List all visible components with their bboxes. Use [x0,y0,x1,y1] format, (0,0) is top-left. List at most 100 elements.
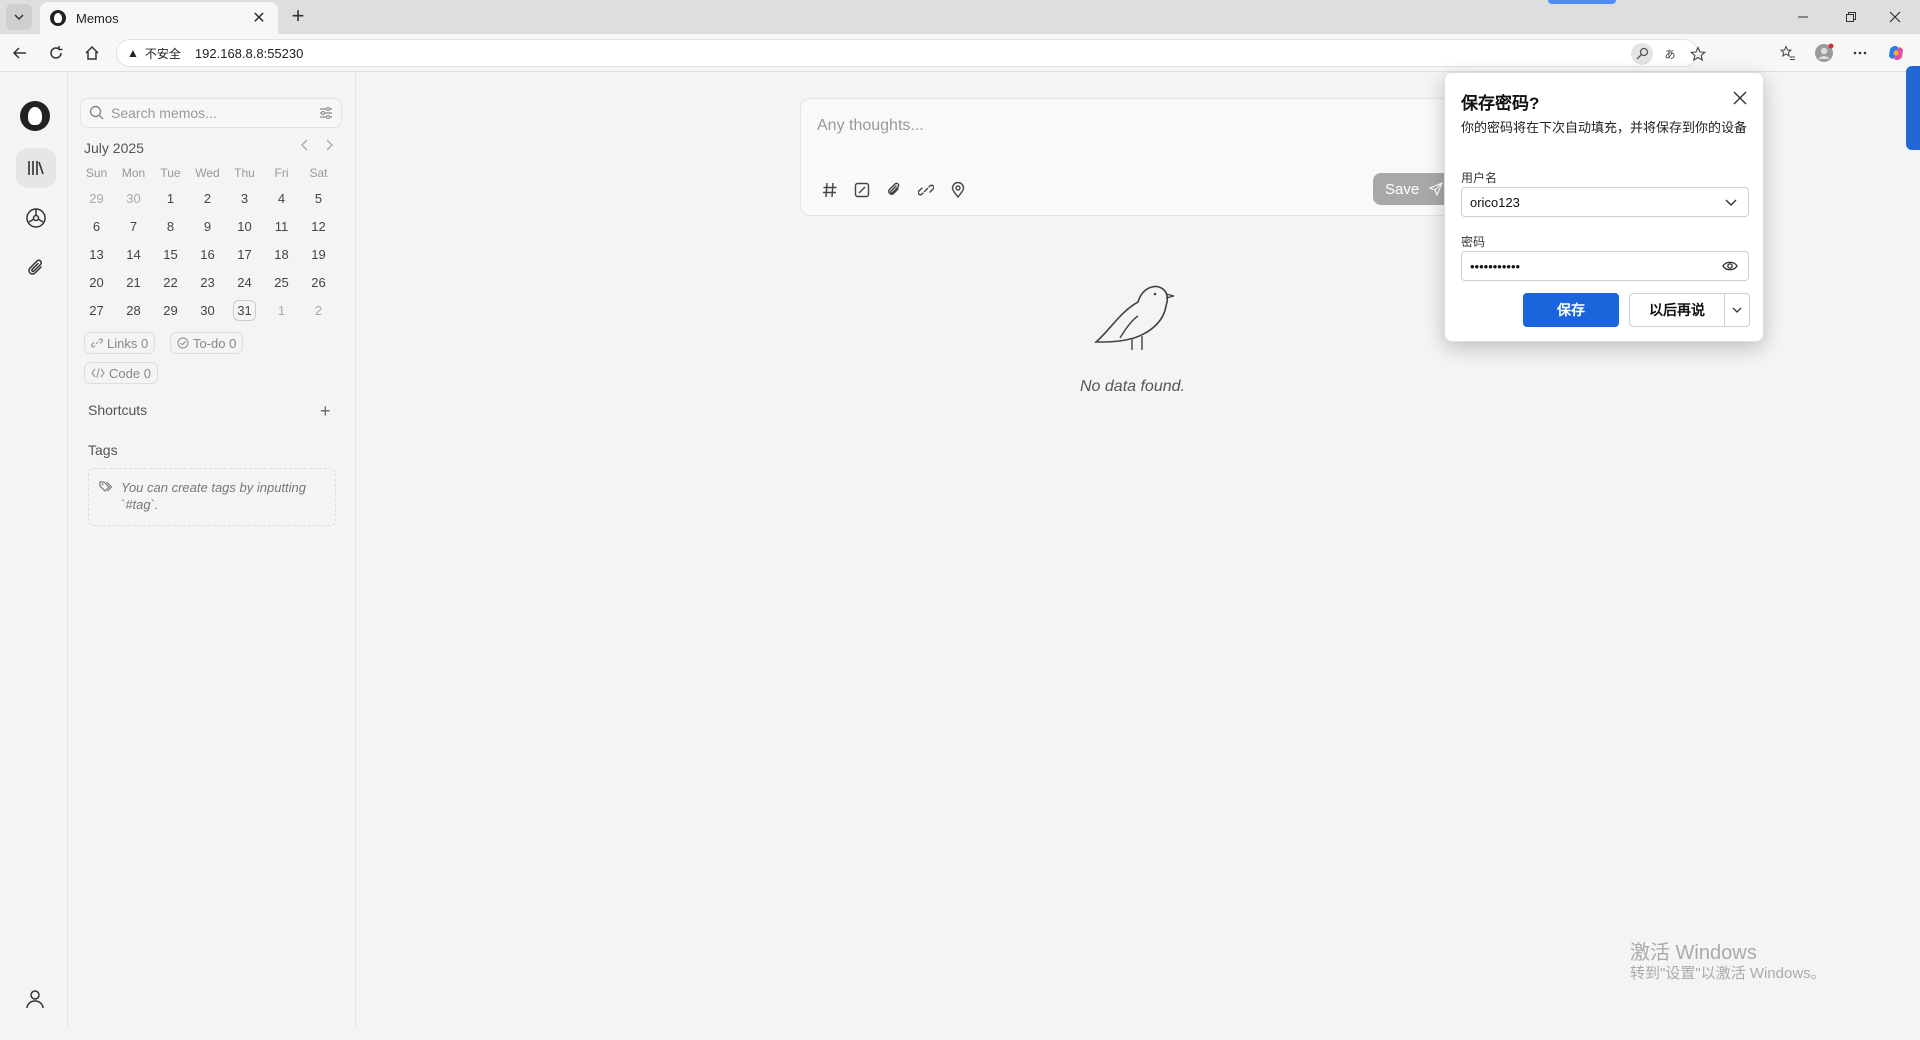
key-icon[interactable] [1631,43,1653,65]
calendar-day-number: 8 [166,218,175,234]
calendar-day[interactable]: 6 [78,212,115,240]
add-shortcut-button[interactable]: + [320,401,331,422]
calendar-weekday: Tue [160,166,181,180]
tab-list-button[interactable] [6,4,32,30]
user-profile-icon[interactable] [24,988,46,1015]
url-text[interactable]: 192.168.8.8:55230 [195,46,303,61]
calendar-day[interactable]: 12 [300,212,337,240]
memo-editor[interactable]: Any thoughts... Save [800,98,1472,216]
home-icon[interactable] [80,41,104,65]
profile-avatar-icon[interactable] [1812,41,1836,65]
tags-icon [99,480,115,498]
calendar-day[interactable]: 5 [300,184,337,212]
calendar-day-number: 24 [237,274,252,290]
calendar-day[interactable]: 20 [78,268,115,296]
restore-icon[interactable] [1840,6,1862,28]
calendar-next-icon[interactable] [324,138,334,154]
popup-close-icon[interactable] [1729,87,1751,109]
reload-icon[interactable] [44,41,68,65]
calendar-day[interactable]: 24 [226,268,263,296]
calendar-day[interactable]: 15 [152,240,189,268]
not-now-button[interactable]: 以后再说 [1629,293,1725,327]
browser-toolbar: ▲ 不安全 192.168.8.8:55230 あ [0,34,1920,72]
code-stat[interactable]: Code 0 [84,362,158,384]
popup-more-chevron-icon[interactable] [1724,293,1750,327]
chevron-down-icon[interactable] [1724,195,1738,212]
calendar-day[interactable]: 16 [189,240,226,268]
favorites-icon[interactable] [1776,41,1800,65]
username-field[interactable]: orico123 [1461,187,1749,217]
calendar-day[interactable]: 28 [115,296,152,324]
calendar-day-today[interactable]: 31 [226,296,263,324]
password-field[interactable]: ••••••••••• [1461,251,1749,281]
calendar-day[interactable]: 25 [263,268,300,296]
filter-sliders-icon[interactable] [319,106,333,123]
favorite-star-icon[interactable] [1687,43,1709,65]
editor-placeholder[interactable]: Any thoughts... [817,117,924,135]
calendar-day-number: 6 [92,218,101,234]
calendar-day-number: 19 [311,246,326,262]
calendar-day[interactable]: 9 [189,212,226,240]
link-icon[interactable] [915,179,937,201]
calendar-day[interactable]: 21 [115,268,152,296]
todo-stat[interactable]: To-do 0 [170,332,244,354]
address-bar[interactable]: ▲ 不安全 192.168.8.8:55230 あ [116,39,1706,67]
calendar-day[interactable]: 19 [300,240,337,268]
calendar-day[interactable]: 29 [78,184,115,212]
explore-compass-icon[interactable] [16,198,56,238]
calendar-day-number: 9 [203,218,212,234]
calendar-day[interactable]: 30 [189,296,226,324]
calendar-day[interactable]: 7 [115,212,152,240]
empty-state-text: No data found. [1080,378,1185,395]
save-password-button[interactable]: 保存 [1523,293,1619,327]
back-icon[interactable] [8,41,32,65]
calendar-day[interactable]: 27 [78,296,115,324]
calendar-day[interactable]: 26 [300,268,337,296]
home-library-icon[interactable] [16,148,56,188]
calendar-day[interactable]: 18 [263,240,300,268]
calendar-day-number: 30 [126,190,141,206]
checkbox-edit-icon[interactable] [851,179,873,201]
minimize-icon[interactable] [1792,6,1814,28]
calendar-day[interactable]: 1 [152,184,189,212]
calendar-day[interactable]: 22 [152,268,189,296]
calendar-day[interactable]: 14 [115,240,152,268]
calendar-day[interactable]: 23 [189,268,226,296]
location-pin-icon[interactable] [947,179,969,201]
calendar-day[interactable]: 3 [226,184,263,212]
calendar-day[interactable]: 29 [152,296,189,324]
calendar-day[interactable]: 2 [189,184,226,212]
sidebar: Search memos... July 2025 Sun Mon Tue Wed Th… [68,72,356,1028]
calendar-day[interactable]: 8 [152,212,189,240]
copilot-icon[interactable] [1884,41,1908,65]
calendar-day-number: 30 [200,302,215,318]
calendar-weekday: Sun [85,166,108,180]
window-close-icon[interactable] [1884,6,1906,28]
calendar-day[interactable]: 2 [300,296,337,324]
calendar-day[interactable]: 4 [263,184,300,212]
calendar-day[interactable]: 1 [263,296,300,324]
browser-tab-memos[interactable]: Memos ✕ [40,2,278,34]
attachment-paperclip-icon[interactable] [883,179,905,201]
edge-sidebar-tab[interactable] [1906,66,1920,150]
show-password-eye-icon[interactable] [1722,259,1738,276]
translate-icon[interactable]: あ [1659,43,1681,65]
calendar-day[interactable]: 30 [115,184,152,212]
more-options-icon[interactable] [1848,41,1872,65]
calendar-day[interactable]: 13 [78,240,115,268]
calendar-day[interactable]: 11 [263,212,300,240]
tab-close-icon[interactable]: ✕ [250,8,268,28]
calendar-day-number: 26 [311,274,326,290]
new-tab-button[interactable]: + [286,5,310,29]
links-stat[interactable]: Links 0 [84,332,156,354]
calendar-day[interactable]: 10 [226,212,263,240]
calendar-day-number: 1 [166,190,175,206]
hash-tag-icon[interactable] [819,179,841,201]
memos-logo-icon[interactable] [20,101,50,131]
security-status[interactable]: 不安全 [145,45,181,62]
calendar-day-number: 2 [203,190,212,206]
search-input[interactable]: Search memos... [80,98,342,128]
calendar-day[interactable]: 17 [226,240,263,268]
calendar-prev-icon[interactable] [300,138,310,154]
attachments-paperclip-icon[interactable] [16,248,56,288]
